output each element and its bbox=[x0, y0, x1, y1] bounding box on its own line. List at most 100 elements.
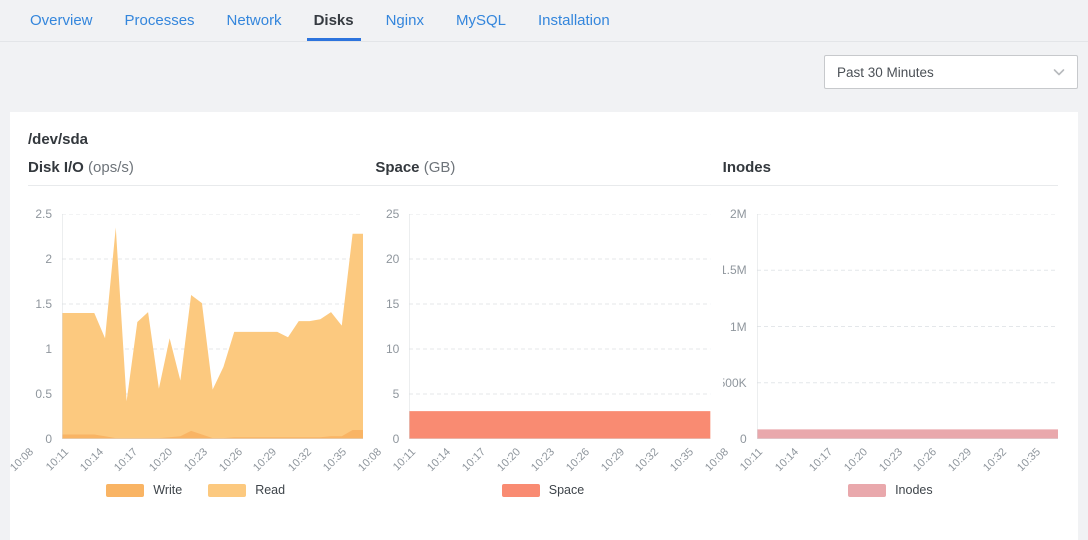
series-area-space bbox=[409, 411, 710, 439]
chart-headers-row: Disk I/O (ops/s) Space (GB) Inodes bbox=[28, 159, 1058, 186]
y-axis-label: 500K bbox=[723, 376, 747, 390]
x-axis-label: 10:26 bbox=[217, 446, 245, 474]
x-axis-label: 10:20 bbox=[147, 446, 175, 474]
x-axis-label: 10:11 bbox=[738, 446, 765, 473]
chart-panel: 0500K1M1.5M2M 10:0810:1110:1410:1710:201… bbox=[723, 214, 1058, 497]
chart-legend: Inodes bbox=[723, 483, 1058, 497]
x-axis-label: 10:14 bbox=[425, 446, 453, 474]
chart-body: 00.511.522.5 bbox=[28, 214, 363, 439]
x-axis-label: 10:26 bbox=[564, 446, 592, 474]
x-axis-label: 10:11 bbox=[391, 446, 418, 473]
tab-installation[interactable]: Installation bbox=[531, 0, 617, 41]
chart-title: Space (GB) bbox=[375, 159, 710, 176]
x-axis-label: 10:23 bbox=[182, 446, 210, 474]
legend-swatch bbox=[208, 484, 246, 497]
chart-panel: 0510152025 10:0810:1110:1410:1710:2010:2… bbox=[375, 214, 710, 497]
y-axis: 00.511.522.5 bbox=[28, 204, 62, 449]
x-axis-label: 10:11 bbox=[44, 446, 71, 473]
x-axis-label: 10:32 bbox=[634, 446, 662, 474]
x-axis-label: 10:08 bbox=[9, 446, 37, 474]
tab-disks[interactable]: Disks bbox=[307, 0, 361, 41]
tab-network[interactable]: Network bbox=[220, 0, 289, 41]
chart-panel: 00.511.522.5 10:0810:1110:1410:1710:2010… bbox=[28, 214, 363, 497]
x-axis-label: 10:26 bbox=[911, 446, 939, 474]
chart-title-text: Disk I/O bbox=[28, 159, 84, 176]
toolbar: Past 30 Minutes bbox=[0, 42, 1088, 89]
x-axis-label: 10:14 bbox=[773, 446, 801, 474]
x-axis-label: 10:17 bbox=[112, 446, 140, 474]
legend-item-write[interactable]: Write bbox=[106, 483, 182, 497]
tab-nginx[interactable]: Nginx bbox=[379, 0, 431, 41]
chart-svg[interactable] bbox=[757, 214, 1058, 439]
x-axis-label: 10:23 bbox=[877, 446, 905, 474]
y-axis-label: 15 bbox=[386, 297, 399, 311]
series-area-inodes bbox=[757, 429, 1058, 439]
legend-label: Inodes bbox=[895, 483, 933, 497]
panel-title: /dev/sda bbox=[28, 131, 1058, 148]
y-axis-label: 1.5M bbox=[723, 263, 747, 277]
x-axis: 10:0810:1110:1410:1710:2010:2310:2610:29… bbox=[723, 439, 1058, 483]
disk-panel: /dev/sda Disk I/O (ops/s) Space (GB) Ino… bbox=[10, 112, 1078, 540]
chart-svg[interactable] bbox=[62, 214, 363, 439]
plot-area[interactable] bbox=[62, 214, 363, 439]
legend-swatch bbox=[106, 484, 144, 497]
chart-body: 0510152025 bbox=[375, 214, 710, 439]
legend-label: Read bbox=[255, 483, 285, 497]
legend-item-space[interactable]: Space bbox=[502, 483, 584, 497]
plot-area[interactable] bbox=[409, 214, 710, 439]
chart-title: Disk I/O (ops/s) bbox=[28, 159, 363, 176]
plot-area[interactable] bbox=[757, 214, 1058, 439]
x-axis-label: 10:23 bbox=[529, 446, 557, 474]
y-axis-label: 20 bbox=[386, 252, 399, 266]
legend-label: Write bbox=[153, 483, 182, 497]
x-axis-label: 10:29 bbox=[599, 446, 627, 474]
tab-overview[interactable]: Overview bbox=[23, 0, 100, 41]
legend-swatch bbox=[848, 484, 886, 497]
legend-item-read[interactable]: Read bbox=[208, 483, 285, 497]
y-axis: 0500K1M1.5M2M bbox=[723, 204, 757, 449]
y-axis-label: 0.5 bbox=[35, 387, 52, 401]
y-axis-label: 1 bbox=[45, 342, 52, 356]
x-axis: 10:0810:1110:1410:1710:2010:2310:2610:29… bbox=[28, 439, 363, 483]
chevron-down-icon bbox=[1051, 64, 1067, 80]
legend-swatch bbox=[502, 484, 540, 497]
x-axis-label: 10:29 bbox=[251, 446, 279, 474]
time-range-select[interactable]: Past 30 Minutes bbox=[824, 55, 1078, 89]
x-axis-label: 10:35 bbox=[668, 446, 696, 474]
chart-legend: Space bbox=[375, 483, 710, 497]
y-axis-label: 5 bbox=[393, 387, 400, 401]
x-axis: 10:0810:1110:1410:1710:2010:2310:2610:29… bbox=[375, 439, 710, 483]
chart-title-unit: (GB) bbox=[424, 159, 456, 176]
y-axis-label: 2M bbox=[730, 207, 747, 221]
chart-legend: Write Read bbox=[28, 483, 363, 497]
tab-mysql[interactable]: MySQL bbox=[449, 0, 513, 41]
x-axis-label: 10:17 bbox=[807, 446, 835, 474]
x-axis-label: 10:20 bbox=[842, 446, 870, 474]
x-axis-label: 10:20 bbox=[495, 446, 523, 474]
x-axis-label: 10:32 bbox=[981, 446, 1009, 474]
chart-svg[interactable] bbox=[409, 214, 710, 439]
tab-processes[interactable]: Processes bbox=[118, 0, 202, 41]
x-axis-label: 10:17 bbox=[460, 446, 488, 474]
x-axis-label: 10:35 bbox=[321, 446, 349, 474]
x-axis-label: 10:29 bbox=[946, 446, 974, 474]
y-axis-label: 25 bbox=[386, 207, 399, 221]
tab-bar: Overview Processes Network Disks Nginx M… bbox=[0, 0, 1088, 42]
y-axis-label: 10 bbox=[386, 342, 399, 356]
y-axis-label: 2.5 bbox=[35, 207, 52, 221]
chart-title-unit: (ops/s) bbox=[88, 159, 134, 176]
y-axis-label: 2 bbox=[45, 252, 52, 266]
chart-body: 0500K1M1.5M2M bbox=[723, 214, 1058, 439]
x-axis-label: 10:32 bbox=[286, 446, 314, 474]
chart-title: Inodes bbox=[723, 159, 1058, 176]
y-axis: 0510152025 bbox=[375, 204, 409, 449]
legend-item-inodes[interactable]: Inodes bbox=[848, 483, 933, 497]
x-axis-label: 10:35 bbox=[1015, 446, 1043, 474]
chart-title-text: Inodes bbox=[723, 159, 771, 176]
time-range-value: Past 30 Minutes bbox=[837, 65, 934, 80]
legend-label: Space bbox=[549, 483, 584, 497]
y-axis-label: 1.5 bbox=[35, 297, 52, 311]
chart-title-text: Space bbox=[375, 159, 419, 176]
y-axis-label: 1M bbox=[730, 320, 747, 334]
charts-row: 00.511.522.5 10:0810:1110:1410:1710:2010… bbox=[28, 214, 1058, 497]
